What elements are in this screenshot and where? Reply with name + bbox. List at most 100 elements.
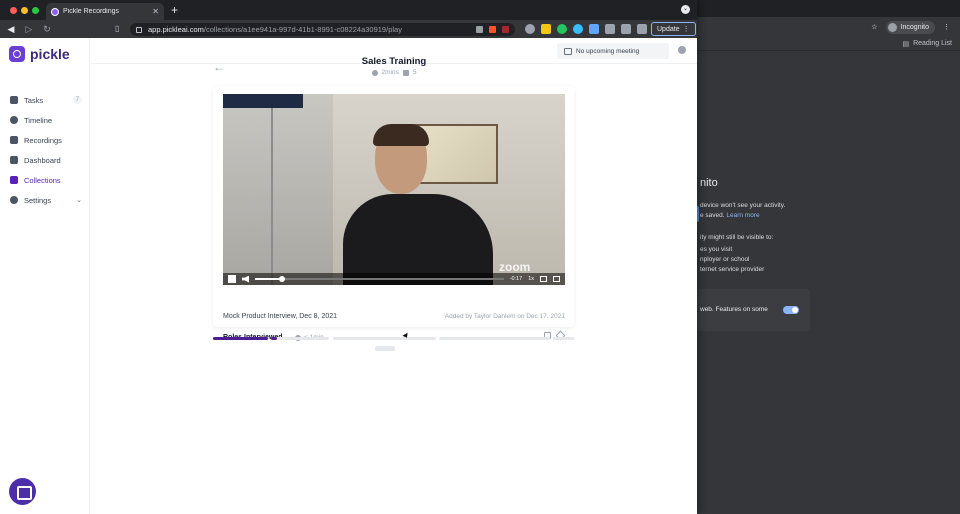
sidebar-item-timeline[interactable]: Timeline	[10, 113, 82, 127]
upcoming-meeting-pill[interactable]: No upcoming meeting	[557, 43, 669, 59]
clip-segment[interactable]	[553, 337, 574, 340]
back-icon[interactable]: ◀	[6, 24, 16, 35]
incognito-list-item: es you visit	[700, 246, 733, 253]
back-arrow-icon[interactable]: ←	[213, 60, 225, 74]
sidebar-item-label: Timeline	[24, 115, 53, 125]
background-browser-window: ☆ Incognito ⋮ ▤ Reading List nito device…	[693, 0, 960, 514]
chat-support-button[interactable]	[9, 478, 36, 505]
pickle-logo-icon	[9, 46, 25, 62]
picture-in-picture-icon[interactable]	[540, 276, 547, 282]
page-title: Sales Training	[361, 56, 427, 67]
pickle-favicon-icon	[51, 7, 59, 16]
clip-segment-fill	[271, 337, 277, 340]
block-cookies-toggle[interactable]	[783, 306, 799, 314]
minimize-window-button[interactable]	[21, 7, 28, 14]
bookmark-page-icon[interactable]: ▯	[115, 24, 119, 33]
sidebar-item-label: Settings	[24, 195, 52, 205]
gear-icon	[10, 196, 18, 204]
camera-icon	[402, 69, 409, 76]
queue-icon[interactable]	[621, 24, 631, 34]
incognito-text-line: device won't see your activity.	[700, 202, 786, 209]
clip-segment[interactable]	[271, 337, 329, 340]
address-bar[interactable]: app.pickleai.com/collections/a1ee941a-99…	[130, 23, 515, 36]
incognito-icon	[887, 22, 897, 32]
sidebar-item-collections[interactable]: Collections	[10, 173, 82, 187]
third-party-cookies-card: web. Features on some	[697, 289, 810, 331]
collection-meta: 2mins 5	[294, 69, 494, 76]
extension-icon[interactable]	[541, 24, 551, 34]
incognito-profile-button[interactable]: Incognito	[885, 20, 935, 34]
extension-icon[interactable]	[573, 24, 583, 34]
puzzle-icon[interactable]	[605, 24, 615, 34]
rewards-icon[interactable]	[502, 26, 509, 33]
sidebar-item-settings[interactable]: Settings ⌄	[10, 193, 82, 207]
browser-window: Pickle Recordings ✕ + ⌄ ◀ ▷ ↻ ▯ app.pick…	[0, 0, 697, 514]
extension-icon[interactable]	[557, 24, 567, 34]
pause-button[interactable]	[228, 275, 236, 283]
video-player[interactable]: zoom -0:17 1x	[223, 94, 565, 285]
reading-list-icon: ▤	[902, 40, 910, 48]
incognito-page: nito device won't see your activity. e s…	[693, 51, 960, 514]
incognito-list-item: ternet service provider	[700, 266, 765, 273]
menu-icon[interactable]: ⋮	[943, 23, 950, 31]
player-card: zoom -0:17 1x Roles Interviewed < 1min	[213, 86, 574, 341]
bookmarks-bar: ▤ Reading List	[697, 37, 960, 51]
clock-icon	[10, 116, 18, 124]
recording-name[interactable]: Mock Product Interview, Dec 8, 2021	[223, 313, 337, 320]
brave-shield-icon[interactable]	[489, 26, 496, 33]
pickle-logo[interactable]: pickle	[9, 46, 70, 62]
star-icon[interactable]: ☆	[871, 23, 877, 31]
clip-segment[interactable]	[439, 337, 550, 340]
lock-icon[interactable]	[136, 26, 142, 33]
zoom-watermark: zoom	[499, 260, 531, 274]
playback-speed-button[interactable]: 1x	[528, 276, 534, 282]
tab-bar: Pickle Recordings ✕ + ⌄	[0, 0, 697, 20]
meeting-label: No upcoming meeting	[576, 47, 640, 55]
sidebar-item-dashboard[interactable]: Dashboard	[10, 153, 82, 167]
sidebar-item-label: Recordings	[24, 135, 62, 145]
new-tab-button[interactable]: +	[171, 3, 178, 17]
video-controls: -0:17 1x	[223, 273, 565, 285]
sidebar-item-label: Dashboard	[24, 155, 61, 165]
incognito-text-line: ity might still be visible to:	[700, 234, 774, 241]
sidebar-item-label: Collections	[24, 175, 61, 185]
video-icon	[10, 136, 18, 144]
incognito-list-item: nployer or school	[700, 256, 750, 263]
browser-tab[interactable]: Pickle Recordings ✕	[46, 3, 164, 20]
user-icon[interactable]	[678, 46, 686, 54]
fullscreen-icon[interactable]	[553, 276, 560, 282]
sidebar-item-tasks[interactable]: Tasks 7	[10, 93, 82, 107]
check-square-icon	[10, 96, 18, 104]
learn-more-link[interactable]: Learn more	[726, 212, 759, 219]
video-scrubber[interactable]	[255, 276, 504, 282]
scrubber-handle[interactable]	[279, 276, 286, 282]
tab-title: Pickle Recordings	[63, 8, 120, 15]
calendar-icon	[564, 47, 572, 55]
incognito-label: Incognito	[900, 23, 929, 31]
update-button[interactable]: Update ⋮	[651, 22, 696, 36]
forward-icon[interactable]: ▷	[24, 24, 34, 35]
sidebar: pickle Tasks 7 Timeline Recordings Dashb…	[0, 38, 90, 514]
chart-icon	[10, 156, 18, 164]
volume-icon[interactable]	[242, 275, 249, 283]
time-remaining: -0:17	[509, 276, 523, 282]
tab-search-icon[interactable]: ⌄	[681, 5, 690, 14]
clip-segment[interactable]	[213, 337, 268, 340]
maximize-window-button[interactable]	[32, 7, 39, 14]
reading-list-link[interactable]: Reading List	[913, 40, 952, 47]
clip-segment[interactable]	[333, 337, 436, 340]
extension-icon[interactable]	[589, 24, 599, 34]
logo-text: pickle	[30, 46, 70, 62]
sidebar-item-recordings[interactable]: Recordings	[10, 133, 82, 147]
sidebar-icon[interactable]	[637, 24, 647, 34]
added-by-text: Added by Taylor Dahlem on Dec 17, 2021	[444, 313, 565, 320]
search-icon[interactable]	[476, 26, 483, 33]
segment-indicator	[375, 346, 395, 351]
url-text[interactable]: app.pickleai.com/collections/a1ee941a-99…	[148, 25, 470, 34]
extension-icon[interactable]	[525, 24, 535, 34]
reload-icon[interactable]: ↻	[42, 24, 52, 35]
chevron-down-icon[interactable]: ⌄	[76, 196, 82, 204]
close-tab-icon[interactable]: ✕	[152, 7, 159, 16]
close-window-button[interactable]	[10, 7, 17, 14]
collection-duration: 2mins	[381, 69, 399, 76]
